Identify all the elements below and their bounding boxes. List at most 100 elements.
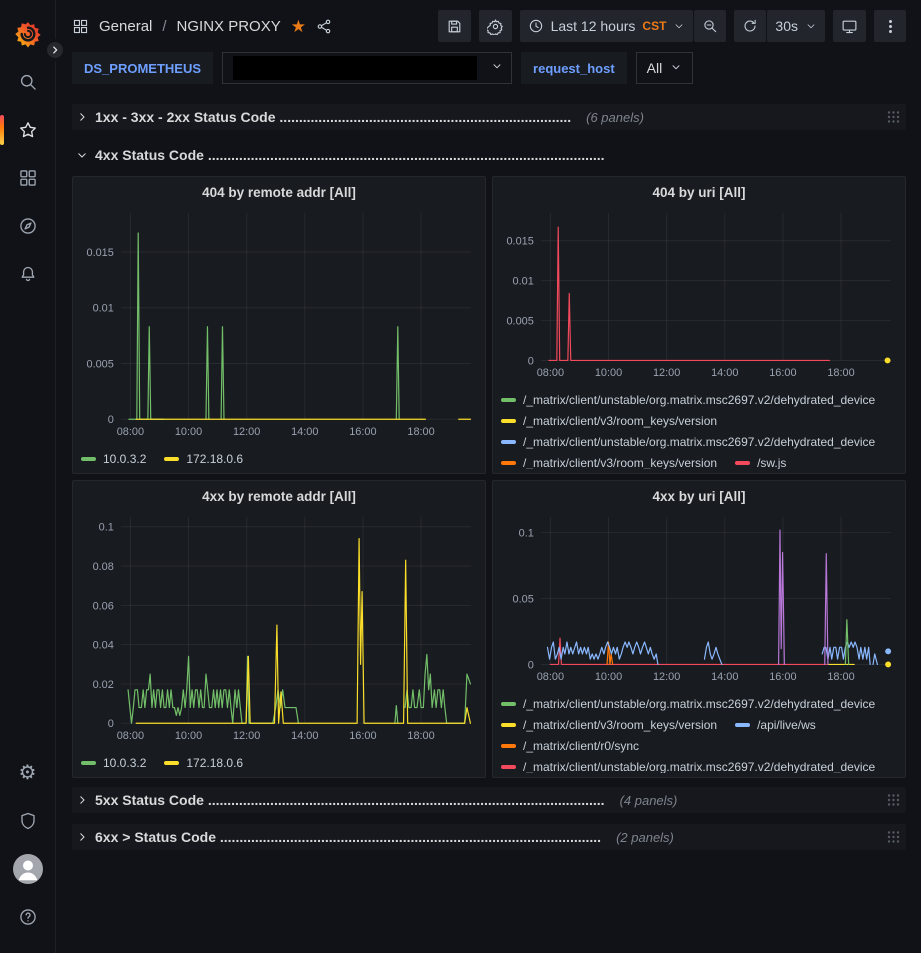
chart-legend: 10.0.3.2 172.18.0.6 (81, 448, 477, 469)
breadcrumb-dashboard-title[interactable]: NGINX PROXY (177, 18, 281, 35)
panel-title[interactable]: 4xx by remote addr [All] (81, 485, 477, 509)
legend-item[interactable]: /api/live/ws (735, 714, 816, 735)
svg-text:12:00: 12:00 (233, 730, 260, 742)
legend-item[interactable]: 10.0.3.2 (81, 448, 146, 469)
legend-item[interactable]: /_matrix/client/unstable/org.matrix.msc2… (501, 431, 875, 452)
row-1xx-3xx-2xx[interactable]: 1xx - 3xx - 2xx Status Code ............… (72, 104, 906, 130)
svg-text:16:00: 16:00 (349, 730, 376, 742)
chevron-down-icon (670, 60, 682, 76)
time-range-picker[interactable]: Last 12 hours CST (520, 10, 694, 42)
row-drag-handle[interactable] (887, 793, 900, 812)
svg-text:08:00: 08:00 (117, 730, 144, 742)
legend-item[interactable]: 172.18.0.6 (164, 448, 243, 469)
legend-item[interactable]: 172.18.0.6 (164, 752, 243, 773)
top-navbar: General / NGINX PROXY ★ Last 12 hours (56, 0, 921, 50)
search-icon[interactable] (8, 63, 48, 101)
time-series-chart[interactable]: 08:0010:0012:0014:0016:0018:0000.020.040… (81, 509, 477, 751)
save-dashboard-button[interactable] (438, 10, 471, 42)
chart-legend: 10.0.3.2 172.18.0.6 (81, 752, 477, 773)
series-line-green (395, 706, 398, 724)
server-admin-shield-icon[interactable] (8, 802, 48, 840)
starred-dashboards-icon[interactable] (8, 111, 48, 149)
refresh-button[interactable] (734, 10, 766, 42)
svg-text:12:00: 12:00 (653, 671, 680, 683)
app-root: ⚙ General / NGINX PROXY ★ (0, 0, 921, 953)
legend-item[interactable]: /_matrix/client/v3/room_keys/version (501, 410, 717, 431)
user-avatar[interactable] (8, 850, 48, 888)
variable-label-request-host: request_host (521, 52, 627, 84)
chart-legend: /_matrix/client/unstable/org.matrix.msc2… (501, 389, 897, 469)
svg-text:08:00: 08:00 (537, 671, 564, 683)
time-range-label: Last 12 hours (551, 18, 636, 34)
sidebar-expand-chevron[interactable] (44, 39, 66, 61)
tv-mode-button[interactable] (833, 10, 866, 42)
svg-text:0: 0 (108, 718, 114, 730)
row-panel-count: (4 panels) (620, 793, 678, 808)
svg-text:18:00: 18:00 (407, 426, 434, 438)
panel-title[interactable]: 404 by uri [All] (501, 181, 897, 205)
time-series-chart[interactable]: 08:0010:0012:0014:0016:0018:0000.0050.01… (81, 205, 477, 447)
svg-text:16:00: 16:00 (769, 367, 796, 379)
legend-item[interactable]: 10.0.3.2 (81, 752, 146, 773)
legend-item[interactable]: /_matrix/client/unstable/org.matrix.msc2… (501, 756, 875, 773)
breadcrumb-folder[interactable]: General (99, 18, 152, 35)
svg-text:10:00: 10:00 (175, 730, 202, 742)
svg-text:14:00: 14:00 (711, 367, 738, 379)
legend-swatch (501, 723, 516, 727)
dashboard-settings-button[interactable] (479, 10, 512, 42)
breadcrumb: General / NGINX PROXY ★ (72, 18, 333, 35)
series-line-green (206, 327, 209, 420)
panel-title[interactable]: 404 by remote addr [All] (81, 181, 477, 205)
clock-icon (528, 18, 544, 34)
legend-label: /sw.js (757, 456, 786, 470)
explore-compass-icon[interactable] (8, 207, 48, 245)
alerting-bell-icon[interactable] (8, 255, 48, 293)
legend-item[interactable]: /_matrix/client/v3/room_keys/version (501, 452, 717, 469)
series-line-green (128, 656, 298, 723)
help-icon[interactable] (8, 898, 48, 936)
series-line-red (549, 227, 829, 360)
zoom-out-button[interactable] (694, 10, 726, 42)
chevron-down-icon (491, 59, 503, 77)
chevron-right-icon (76, 111, 88, 123)
svg-text:0.01: 0.01 (513, 276, 534, 288)
row-drag-handle[interactable] (887, 830, 900, 849)
grafana-logo[interactable] (8, 15, 48, 53)
share-icon[interactable] (316, 18, 333, 35)
legend-swatch (501, 461, 516, 465)
legend-swatch (164, 457, 179, 461)
svg-text:0.005: 0.005 (86, 358, 113, 370)
series-line-green (129, 233, 164, 419)
refresh-interval-picker[interactable]: 30s (767, 10, 825, 42)
row-4xx[interactable]: 4xx Status Code ........................… (72, 142, 906, 168)
variable-value-ds-prometheus-dropdown[interactable] (222, 52, 512, 84)
time-series-chart[interactable]: 08:0010:0012:0014:0016:0018:0000.0050.01… (501, 205, 897, 388)
svg-text:0.08: 0.08 (93, 561, 114, 573)
svg-text:0.01: 0.01 (93, 303, 114, 315)
kebab-menu-button[interactable] (874, 10, 906, 42)
legend-swatch (501, 765, 516, 769)
variable-value-request-host-dropdown[interactable]: All (636, 52, 694, 84)
row-5xx[interactable]: 5xx Status Code ........................… (72, 787, 906, 813)
configuration-gear-icon[interactable]: ⚙ (8, 754, 48, 792)
row-6xx[interactable]: 6xx > Status Code ......................… (72, 824, 906, 850)
series-point-yellow (885, 662, 891, 668)
svg-text:0.015: 0.015 (506, 236, 533, 248)
dashboard-canvas: 1xx - 3xx - 2xx Status Code ............… (56, 94, 921, 953)
legend-item[interactable]: /_matrix/client/v3/room_keys/version (501, 714, 717, 735)
svg-text:18:00: 18:00 (407, 730, 434, 742)
chevron-right-icon (76, 794, 88, 806)
row-drag-handle[interactable] (887, 110, 900, 129)
panel-title[interactable]: 4xx by uri [All] (501, 485, 897, 509)
legend-item[interactable]: /sw.js (735, 452, 786, 469)
avatar (13, 854, 43, 884)
legend-label: 172.18.0.6 (186, 452, 243, 466)
legend-item[interactable]: /_matrix/client/unstable/org.matrix.msc2… (501, 389, 875, 410)
chevron-down-icon (805, 20, 817, 32)
time-series-chart[interactable]: 08:0010:0012:0014:0016:0018:0000.050.1 (501, 509, 897, 692)
dashboards-icon[interactable] (8, 159, 48, 197)
svg-text:08:00: 08:00 (117, 426, 144, 438)
favorite-star-icon[interactable]: ★ (291, 18, 306, 35)
legend-item[interactable]: /_matrix/client/r0/sync (501, 735, 639, 756)
legend-item[interactable]: /_matrix/client/unstable/org.matrix.msc2… (501, 693, 875, 714)
